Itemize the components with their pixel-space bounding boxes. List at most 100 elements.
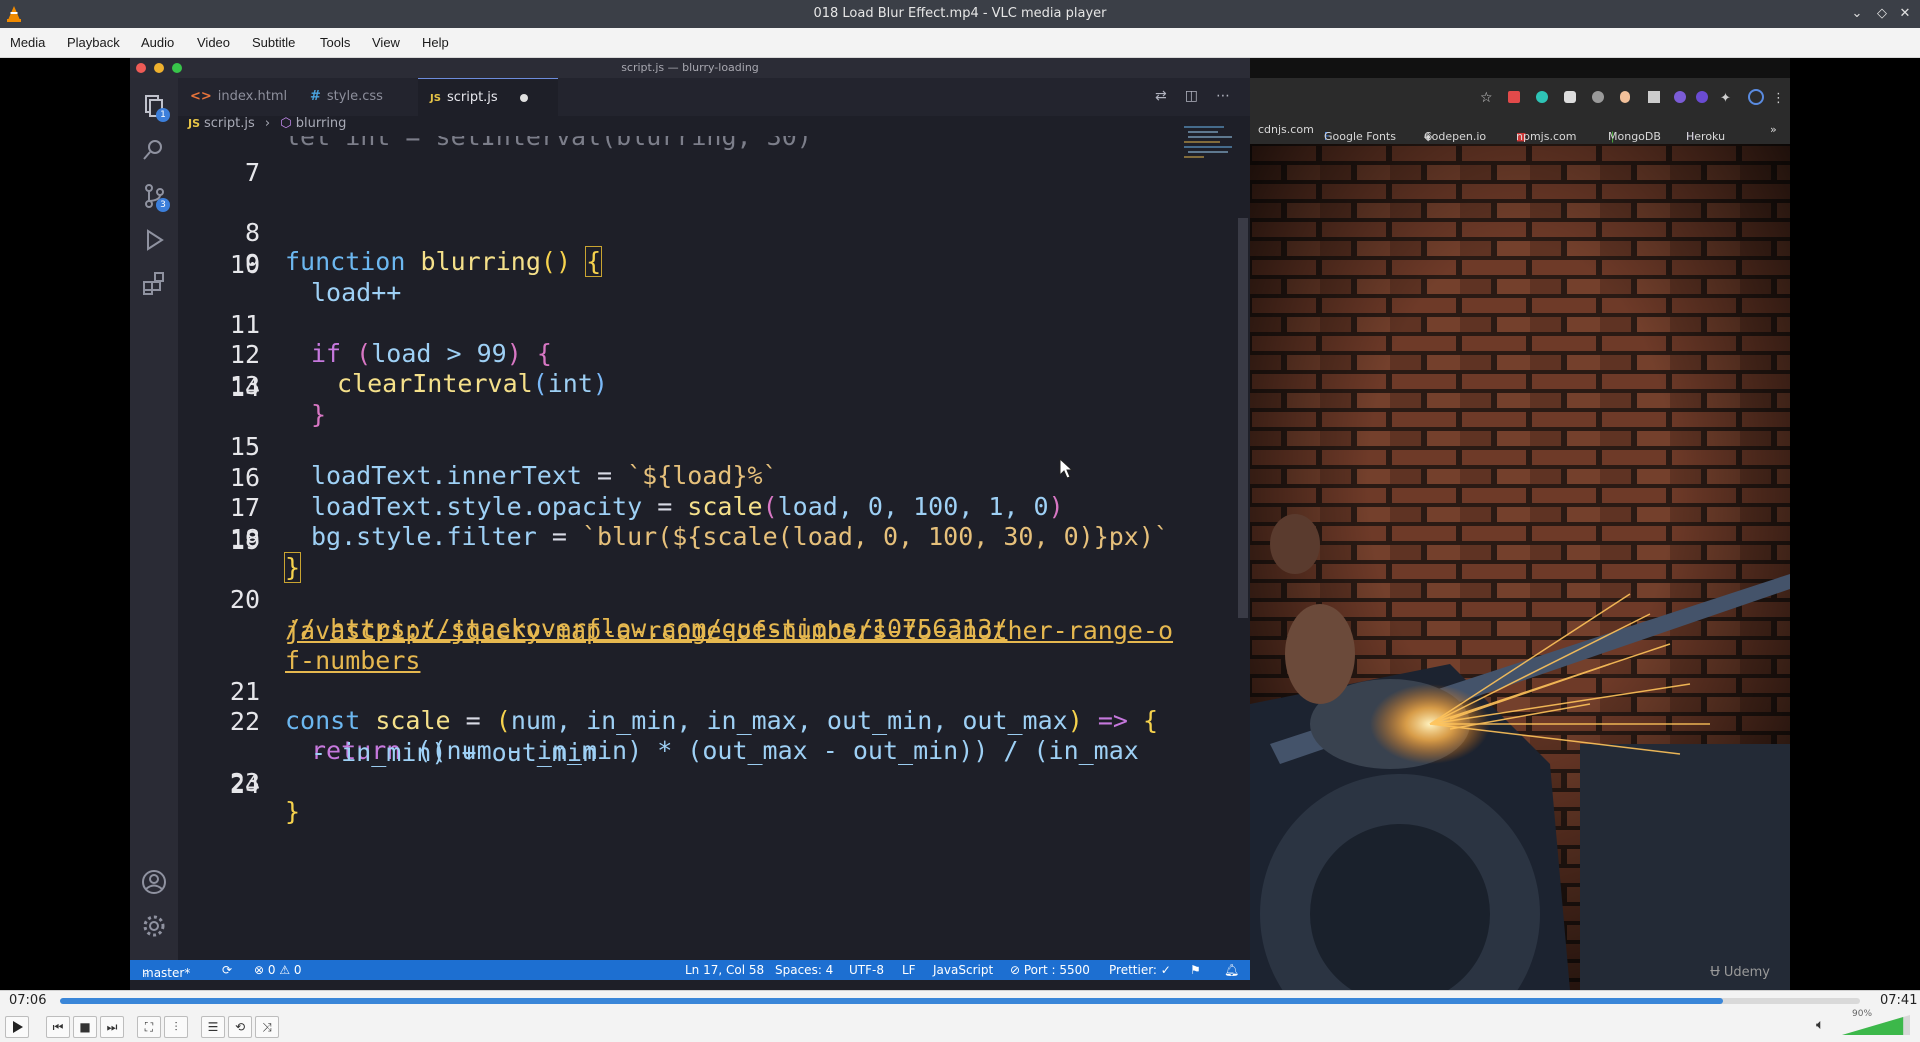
shuffle-icon: ⤨ (262, 1020, 272, 1034)
udemy-watermark: Ʉ Udemy (1710, 965, 1770, 980)
editor-actions: ⇄ ◫ ⋯ (1137, 88, 1230, 104)
previous-button[interactable]: ⏮︎ (46, 1016, 70, 1038)
stop-button[interactable]: ■ (73, 1016, 97, 1038)
more-bookmarks-icon[interactable]: » (1770, 123, 1777, 136)
search-icon (140, 136, 168, 164)
sync-icon[interactable]: ⟳ (222, 963, 232, 977)
bookmarks-bar: cdnjs.com F Google Fonts ◈ Codepen.io ■ … (1250, 116, 1790, 144)
explorer-icon: 1 (140, 92, 170, 122)
extended-settings-button[interactable]: ⫶ (164, 1016, 188, 1038)
fullscreen-icon: ⛶ (144, 1020, 154, 1034)
account-icon (140, 868, 168, 896)
volume-slider[interactable] (1842, 1011, 1912, 1037)
explorer-badge: 1 (156, 108, 170, 122)
live-server-port[interactable]: ⊘ Port : 5500 (1010, 963, 1090, 977)
speaker-icon[interactable]: 🔈︎ (1816, 1017, 1824, 1033)
js-file-icon: JS (430, 93, 441, 104)
loop-icon: ⟲ (234, 1020, 246, 1034)
unsaved-dot-icon (519, 93, 528, 102)
playlist-button[interactable]: ☰ (201, 1016, 225, 1038)
editor-tabs: <> index.html # style.css JS script.js ⇄ ◫ ⋯ (178, 78, 1250, 116)
svg-text:⋮: ⋮ (1772, 91, 1780, 106)
menu-tools[interactable]: Tools (320, 35, 350, 50)
line-number: 19 (229, 526, 260, 555)
close-icon[interactable]: ✕ (1895, 4, 1915, 24)
next-icon: ⏭︎ (106, 1020, 118, 1034)
tab-label: style.css (326, 89, 383, 104)
menu-help[interactable]: Help (422, 35, 449, 50)
shuffle-button[interactable]: ⤨ (255, 1016, 279, 1038)
menu-video[interactable]: Video (197, 35, 230, 50)
source-control-icon: 3 (140, 182, 170, 212)
more-actions-icon: ⋯ (1216, 88, 1230, 104)
split-editor-icon: ◫ (1184, 88, 1198, 104)
menu-view[interactable]: View (372, 35, 400, 50)
tab-style-css: # style.css (298, 78, 418, 116)
prettier-status[interactable]: Prettier: ✓ (1109, 963, 1171, 977)
tab-index-html: <> index.html (178, 78, 298, 116)
code-editor: let int = setInterval(blurring, 30) 7 8 … (178, 136, 1182, 960)
line-number: 7 (244, 158, 260, 187)
window-title: 018 Load Blur Effect.mp4 - VLC media pla… (813, 6, 1107, 21)
maximize-icon[interactable]: ◇ (1872, 4, 1892, 24)
extensions-icon (140, 270, 168, 298)
breadcrumb-file: script.js (204, 116, 255, 131)
tab-label: script.js (446, 90, 498, 105)
line-number: 24 (229, 770, 260, 799)
next-button[interactable]: ⏭︎ (100, 1016, 124, 1038)
volume-level-fill (1842, 1017, 1904, 1035)
line-number: 10 (229, 250, 260, 279)
bookmark-cdnjs[interactable]: cdnjs.com (1258, 123, 1314, 136)
browser-preview: ☆ ✦ ⋮ cdnjs.com F Google Fonts ◈ Codepen… (1250, 58, 1790, 990)
vscode-window: script.js — blurry-loading 1 3 <> index.… (130, 58, 1250, 990)
play-button[interactable] (5, 1016, 29, 1038)
language-status[interactable]: JavaScript (933, 963, 993, 977)
settings-gear-icon (140, 912, 168, 940)
branch-name: master* (142, 966, 191, 980)
notifications-bell-icon[interactable]: 🔔︎ (1224, 963, 1239, 977)
minimap[interactable] (1184, 124, 1236, 174)
editor-scrollbar[interactable] (1238, 218, 1248, 618)
symbol-icon: ⬡ (280, 116, 292, 131)
video-area[interactable]: script.js — blurry-loading 1 3 <> index.… (0, 58, 1920, 990)
seek-bar[interactable] (60, 998, 1860, 1004)
elapsed-time[interactable]: 07:06 (9, 993, 46, 1008)
chevron-right-icon: › (264, 116, 271, 131)
encoding-status[interactable]: UTF-8 (849, 963, 884, 977)
seek-bar-fill (60, 998, 1724, 1004)
indentation-status[interactable]: Spaces: 4 (775, 963, 833, 977)
tab-label: index.html (217, 89, 288, 104)
mouse-cursor-icon (1059, 458, 1074, 479)
eol-status[interactable]: LF (902, 963, 916, 977)
line-number: 14 (229, 373, 260, 402)
background-photo (1250, 144, 1790, 990)
vlc-title-bar: 018 Load Blur Effect.mp4 - VLC media pla… (0, 0, 1920, 28)
equalizer-icon: ⫶ (174, 1020, 178, 1034)
menu-playback[interactable]: Playback (67, 35, 120, 50)
menu-audio[interactable]: Audio (141, 35, 174, 50)
problems-status[interactable]: ⊗ 0 ⚠ 0 (254, 963, 302, 977)
breadcrumb: JS script.js › ⬡ blurring (188, 116, 346, 138)
vscode-status-bar: ⑂ master* ⟳ ⊗ 0 ⚠ 0 Ln 17, Col 58 Spaces… (130, 960, 1250, 980)
stop-icon: ■ (79, 1020, 91, 1034)
fullscreen-button[interactable]: ⛶ (137, 1016, 161, 1038)
total-time[interactable]: 07:41 (1880, 993, 1917, 1008)
activity-bar: 1 3 (130, 78, 178, 960)
browser-toolbar: ☆ ✦ ⋮ (1250, 78, 1790, 116)
vscode-title-bar: script.js — blurry-loading (130, 58, 1250, 78)
feedback-icon[interactable]: ⚑ (1190, 963, 1201, 977)
menu-media[interactable]: Media (10, 35, 45, 50)
open-changes-icon: ⇄ (1155, 88, 1167, 104)
extension-icons: ☆ ✦ ⋮ (1480, 89, 1780, 106)
minimize-icon[interactable]: ⌄ (1847, 4, 1867, 24)
code-line-partial: let int = setInterval(blurring, 30) (285, 136, 812, 151)
html-file-icon: <> (190, 89, 212, 104)
menu-subtitle[interactable]: Subtitle (252, 35, 295, 50)
loop-button[interactable]: ⟲ (228, 1016, 252, 1038)
breadcrumb-symbol: blurring (295, 116, 347, 131)
cursor-position[interactable]: Ln 17, Col 58 (685, 963, 764, 977)
css-file-icon: # (310, 89, 321, 104)
play-icon (13, 1021, 23, 1033)
svg-text:✦: ✦ (1720, 91, 1731, 106)
playlist-icon: ☰ (207, 1020, 219, 1034)
